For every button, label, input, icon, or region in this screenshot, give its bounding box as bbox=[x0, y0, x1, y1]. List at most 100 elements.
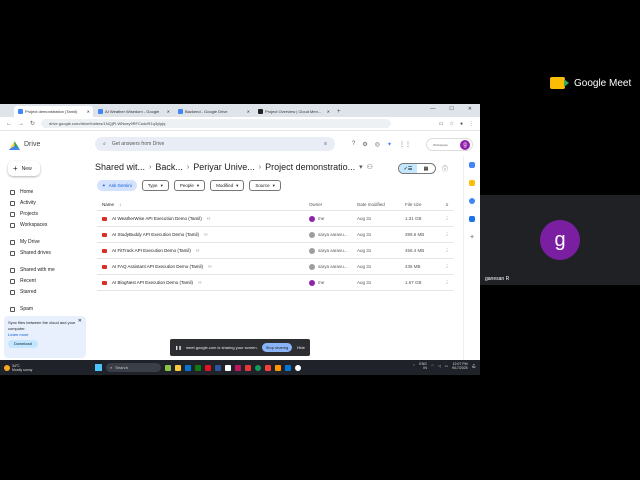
close-icon[interactable]: ✕ bbox=[167, 109, 170, 114]
volume-icon[interactable]: ◁ bbox=[438, 364, 441, 368]
column-size[interactable]: File size bbox=[405, 202, 441, 207]
app-icon[interactable] bbox=[235, 364, 241, 371]
breadcrumb-item[interactable]: Project demonstratio... bbox=[265, 162, 355, 172]
info-icon[interactable]: ⓘ bbox=[442, 164, 448, 173]
sidebar-item-starred[interactable]: Starred bbox=[10, 289, 36, 295]
tune-icon[interactable]: ≡ bbox=[324, 141, 327, 147]
browser-tab[interactable]: Project Overview | Cloud Men... ✕ bbox=[254, 106, 333, 117]
hide-button[interactable]: Hide bbox=[297, 345, 305, 350]
new-button[interactable]: + New bbox=[8, 161, 40, 176]
breadcrumb-item[interactable]: Periyar Unive... bbox=[193, 162, 255, 172]
sort-arrow-icon[interactable]: ↓ bbox=[119, 202, 121, 207]
filter-source[interactable]: Source ▾ bbox=[249, 180, 281, 191]
breadcrumb-item[interactable]: Shared wit... bbox=[95, 162, 145, 172]
notification-bell-icon[interactable]: 🔔︎ bbox=[472, 364, 476, 368]
more-actions-icon[interactable]: ⋮ bbox=[441, 264, 453, 270]
chrome-icon[interactable] bbox=[255, 364, 261, 371]
sidebar-item-projects[interactable]: Projects bbox=[10, 211, 38, 217]
filter-people[interactable]: People ▾ bbox=[173, 180, 206, 191]
app-icon[interactable] bbox=[275, 364, 281, 371]
wifi-icon[interactable]: ◠ bbox=[431, 364, 434, 368]
browser-tab[interactable]: Backend - Google Drive ✕ bbox=[174, 106, 253, 117]
filter-type[interactable]: Type ▾ bbox=[141, 180, 169, 191]
help-icon[interactable]: ? bbox=[352, 141, 355, 148]
tasks-icon[interactable] bbox=[469, 198, 475, 204]
weather-widget[interactable]: 34°C Mostly sunny bbox=[4, 364, 32, 372]
sidebar-item-my-drive[interactable]: My Drive bbox=[10, 239, 40, 245]
more-actions-icon[interactable]: ⋮ bbox=[441, 280, 453, 286]
more-actions-icon[interactable]: ⋮ bbox=[441, 248, 453, 254]
account-button[interactable]: Workspace g bbox=[426, 138, 473, 151]
store-icon[interactable] bbox=[185, 364, 191, 371]
battery-icon[interactable]: ▭ bbox=[445, 364, 448, 368]
app-icon[interactable] bbox=[215, 364, 221, 371]
sidebar-item-spam[interactable]: Spam bbox=[10, 306, 33, 312]
offline-icon[interactable]: ◎ bbox=[375, 141, 380, 148]
close-icon[interactable]: ✕ bbox=[87, 109, 90, 114]
stop-sharing-button[interactable]: Stop sharing bbox=[261, 343, 293, 352]
column-owner[interactable]: Owner bbox=[309, 202, 357, 207]
windows-start-icon[interactable] bbox=[95, 364, 102, 371]
copilot-icon[interactable] bbox=[165, 364, 171, 371]
breadcrumb-item[interactable]: Back... bbox=[155, 162, 183, 172]
ask-gemini-button[interactable]: ✦ Ask Gemini bbox=[97, 180, 137, 191]
filter-modified[interactable]: Modified ▾ bbox=[210, 180, 245, 191]
sidebar-item-shared-with-me[interactable]: Shared with me bbox=[10, 267, 55, 273]
sidebar-item-activity[interactable]: Activity bbox=[10, 200, 36, 206]
file-explorer-icon[interactable] bbox=[175, 364, 181, 371]
chevron-up-icon[interactable]: ⌃ bbox=[412, 364, 415, 368]
vscode-icon[interactable] bbox=[285, 364, 291, 371]
close-icon[interactable]: ✕ bbox=[247, 109, 250, 114]
close-window-icon[interactable]: ✕ bbox=[468, 106, 472, 112]
app-icon[interactable] bbox=[245, 364, 251, 371]
table-row[interactable]: AI FAQ Assistant API Execution Demo (Tam… bbox=[97, 259, 453, 275]
more-actions-icon[interactable]: ⋮ bbox=[441, 232, 453, 238]
app-icon[interactable] bbox=[225, 364, 231, 371]
sidebar-item-home[interactable]: Home bbox=[10, 189, 33, 195]
minimize-icon[interactable]: — bbox=[430, 106, 435, 112]
browser-tab[interactable]: Project demonstration (Tamil) ✕ bbox=[14, 106, 93, 117]
gemini-icon[interactable]: ✦ bbox=[387, 141, 392, 148]
add-addon-icon[interactable]: + bbox=[470, 234, 474, 241]
table-row[interactable]: AI BlogNest API Execution Demo (Tamil) ⚇ … bbox=[97, 275, 453, 291]
app-icon[interactable] bbox=[295, 364, 301, 371]
contacts-icon[interactable] bbox=[469, 216, 475, 222]
close-icon[interactable]: ✕ bbox=[78, 318, 82, 324]
settings-icon[interactable]: ⚙ bbox=[362, 141, 367, 148]
app-icon[interactable] bbox=[205, 364, 211, 371]
app-icon[interactable] bbox=[265, 364, 271, 371]
browser-tab[interactable]: AI Weather Wisedom - Google ✕ bbox=[94, 106, 173, 117]
grid-view-icon[interactable]: ▦ bbox=[417, 164, 435, 173]
maximize-icon[interactable]: ☐ bbox=[449, 106, 453, 112]
table-row[interactable]: AI StudyBuddy API Execution Demo (Tamil)… bbox=[97, 227, 453, 243]
list-view-icon[interactable]: ✓☰ bbox=[399, 164, 417, 173]
sidebar-item-shared-drives[interactable]: Shared drives bbox=[10, 250, 51, 256]
chevron-down-icon[interactable]: ▾ bbox=[359, 163, 363, 171]
menu-icon[interactable]: ⋮ bbox=[469, 121, 474, 127]
taskbar-search[interactable]: ⌕ Search bbox=[106, 363, 161, 372]
xbox-icon[interactable] bbox=[195, 364, 201, 371]
reload-icon[interactable]: ↻ bbox=[30, 120, 35, 127]
url-input[interactable]: drive.google.com/drive/folders/1NQjPl-WN… bbox=[41, 119, 392, 128]
forward-icon[interactable]: → bbox=[18, 121, 24, 127]
close-icon[interactable]: ✕ bbox=[327, 109, 330, 114]
sort-options-icon[interactable]: ≡ bbox=[441, 202, 453, 207]
people-icon[interactable]: ⚇ bbox=[367, 163, 373, 171]
more-actions-icon[interactable]: ⋮ bbox=[441, 216, 453, 222]
table-row[interactable]: AI FitTrack API Execution Demo (Tamil) ⚇ … bbox=[97, 243, 453, 259]
star-icon[interactable]: ☆ bbox=[449, 121, 453, 127]
apps-grid-icon[interactable]: ⋮⋮ bbox=[399, 141, 411, 148]
sidebar-item-recent[interactable]: Recent bbox=[10, 278, 36, 284]
install-icon[interactable]: ▭ bbox=[439, 121, 444, 127]
column-date[interactable]: Date modified bbox=[357, 202, 405, 207]
back-icon[interactable]: ← bbox=[6, 121, 12, 127]
download-button[interactable]: Download bbox=[8, 340, 38, 348]
column-name[interactable]: Name ↓ bbox=[97, 202, 309, 207]
learn-more-link[interactable]: Learn more bbox=[8, 332, 82, 338]
keep-icon[interactable] bbox=[469, 180, 475, 186]
table-row[interactable]: AI WeatherWise API Execution Demo (Tamil… bbox=[97, 211, 453, 227]
clock[interactable]: 12:07 PM 9/17/2025 bbox=[452, 362, 468, 370]
language-indicator[interactable]: ENG IN bbox=[419, 362, 427, 370]
search-input[interactable]: ⌕ Get answers from Drive ≡ bbox=[95, 137, 335, 151]
sidebar-item-workspaces[interactable]: Workspaces bbox=[10, 222, 47, 228]
